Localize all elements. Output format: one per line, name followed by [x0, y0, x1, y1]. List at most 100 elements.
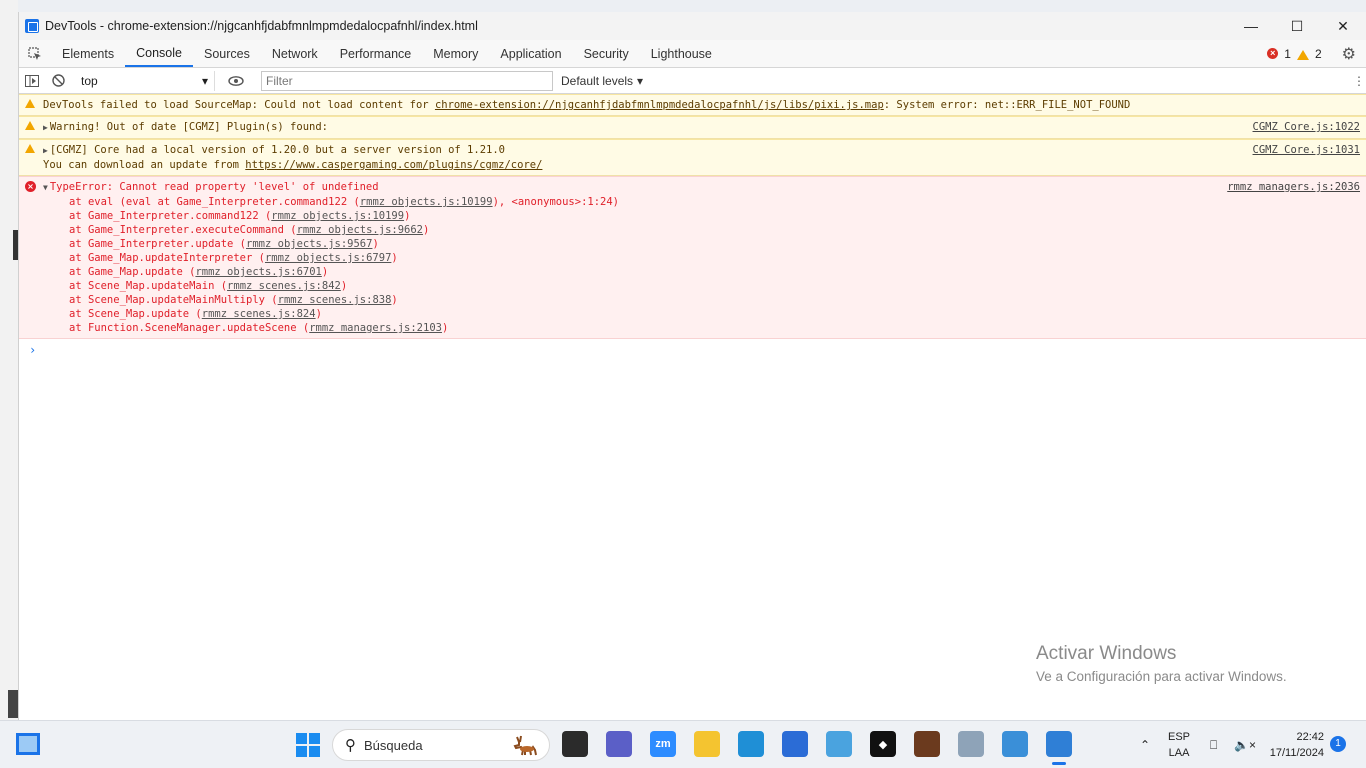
tab-memory[interactable]: Memory [422, 40, 489, 67]
expand-triangle-icon[interactable]: ▶ [43, 123, 48, 132]
dropdown-arrow-icon: ▾ [201, 73, 208, 88]
stack-frame-text: ) [441, 322, 449, 334]
gear-icon[interactable]: ⚙ [1342, 44, 1356, 64]
stack-frame-link[interactable]: rmmz objects.js:9662 [297, 224, 423, 236]
stack-frame-text: at Game_Interpreter.executeCommand ( [69, 224, 297, 236]
source-link[interactable]: CGMZ Core.js:1022 [1253, 120, 1360, 134]
tab-network[interactable]: Network [261, 40, 329, 67]
tab-performance[interactable]: Performance [329, 40, 423, 67]
tab-lighthouse[interactable]: Lighthouse [640, 40, 723, 67]
source-link[interactable]: CGMZ Core.js:1031 [1253, 143, 1360, 157]
stack-frame-text: ) [423, 224, 430, 236]
stack-frame-text: ) [321, 266, 329, 278]
app-black-icon[interactable]: ◆ [870, 731, 896, 757]
tab-security[interactable]: Security [573, 40, 640, 67]
stack-frame-link[interactable]: rmmz objects.js:10199 [360, 196, 493, 208]
start-button-icon[interactable] [296, 733, 320, 757]
tab-application[interactable]: Application [489, 40, 572, 67]
stack-trace: at eval (eval at Game_Interpreter.comman… [43, 195, 1360, 335]
rpgmaker-icon[interactable] [1002, 731, 1028, 757]
language-code: ESP [1168, 731, 1191, 743]
stack-frame: at Scene_Map.updateMain (rmmz scenes.js:… [43, 279, 1360, 293]
stack-frame-link[interactable]: rmmz managers.js:2103 [309, 322, 442, 334]
stack-frame: at Scene_Map.update (rmmz scenes.js:824) [43, 307, 1360, 321]
stack-frame-link[interactable]: rmmz scenes.js:824 [202, 308, 316, 320]
chat-icon[interactable] [606, 731, 632, 757]
file-explorer-icon[interactable] [694, 731, 720, 757]
show-hidden-icons[interactable]: ⌃ [1140, 721, 1150, 768]
tab-elements[interactable]: Elements [51, 40, 125, 67]
stack-frame: at Game_Map.updateInterpreter (rmmz obje… [43, 251, 1360, 265]
zoom-icon[interactable]: zm [650, 731, 676, 757]
inspect-element-icon[interactable] [19, 40, 51, 67]
search-label: Búsqueda [364, 737, 423, 753]
minimize-icon[interactable]: — [1228, 12, 1274, 40]
download-link[interactable]: https://www.caspergaming.com/plugins/cgm… [245, 159, 542, 171]
notification-badge[interactable]: 1 [1330, 736, 1346, 752]
context-selector[interactable]: top ▾ [75, 70, 215, 91]
stack-frame: at Scene_Map.updateMainMultiply (rmmz sc… [43, 293, 1360, 307]
system-clock[interactable]: 22:42 17/11/2024 [1262, 729, 1324, 761]
stack-frame-link[interactable]: rmmz scenes.js:842 [227, 280, 341, 292]
error-count: 1 [1284, 46, 1291, 61]
castle-icon[interactable] [958, 731, 984, 757]
stack-frame-link[interactable]: rmmz scenes.js:838 [278, 294, 392, 306]
tab-sources[interactable]: Sources [193, 40, 261, 67]
maximize-icon[interactable]: ☐ [1274, 12, 1320, 40]
taskbar-search[interactable]: ⚲ Búsqueda [332, 729, 550, 761]
widgets-icon[interactable] [16, 733, 40, 755]
clear-console-icon[interactable] [45, 68, 71, 94]
stack-frame: at Game_Interpreter.update (rmmz objects… [43, 237, 1360, 251]
filter-input[interactable] [261, 70, 553, 91]
keyboard-layout: LAA [1168, 747, 1190, 759]
error-message: TypeError: Cannot read property 'level' … [49, 181, 379, 193]
language-indicator[interactable]: ESP LAA [1168, 729, 1190, 761]
stack-frame-link[interactable]: rmmz objects.js:6797 [265, 252, 391, 264]
stack-frame-text: ) [340, 280, 348, 292]
stack-frame-link[interactable]: rmmz objects.js:10199 [271, 210, 404, 222]
stack-frame-link[interactable]: rmmz objects.js:6701 [195, 266, 321, 278]
warning-icon [25, 144, 35, 153]
stack-frame-text: ) [391, 294, 398, 306]
expand-triangle-icon[interactable]: ▼ [43, 183, 48, 192]
edge-icon[interactable] [738, 731, 764, 757]
source-link[interactable]: rmmz managers.js:2036 [1227, 180, 1360, 194]
warning-count: 2 [1314, 46, 1322, 61]
console-prompt[interactable]: › [19, 339, 1366, 361]
window-title: DevTools - chrome-extension://njgcanhfjd… [45, 19, 478, 33]
game-icon[interactable] [914, 731, 940, 757]
network-icon[interactable]: ⎕ [1210, 721, 1217, 768]
devtools-taskbar-icon[interactable] [1046, 731, 1072, 765]
deer-icon [513, 735, 537, 756]
warning-count-icon [1296, 49, 1309, 60]
task-view-icon[interactable] [562, 731, 588, 757]
devtools-window: DevTools - chrome-extension://njgcanhfjd… [18, 12, 1366, 720]
volume-muted-icon[interactable]: 🔈× [1234, 721, 1256, 768]
devtools-tab-bar: Elements Console Sources Network Performance… [19, 40, 1366, 68]
stack-frame-text: at Game_Map.updateInterpreter ( [69, 252, 265, 264]
more-options-icon[interactable]: ⋮ [1352, 68, 1366, 94]
close-icon[interactable]: ✕ [1320, 12, 1366, 40]
console-warning-version: ▶ [CGMZ] Core had a local version of 1.20… [19, 139, 1366, 176]
watermark-title: Activar Windows [1036, 643, 1177, 664]
expand-triangle-icon[interactable]: ▶ [43, 146, 48, 155]
console-messages: DevTools failed to load SourceMap: Could… [19, 94, 1366, 361]
issue-counters[interactable]: × 1 2 ⚙ [1267, 40, 1366, 67]
store-icon[interactable] [782, 731, 808, 757]
error-icon: × [25, 181, 36, 192]
clock-time: 22:42 [1296, 731, 1324, 743]
sidebar-toggle-icon[interactable] [19, 68, 45, 94]
stack-frame-link[interactable]: rmmz objects.js:9567 [246, 238, 372, 250]
stack-frame-text: at eval (eval at Game_Interpreter.comman… [69, 196, 360, 208]
title-bar[interactable]: DevTools - chrome-extension://njgcanhfjd… [19, 12, 1366, 40]
sourcemap-link[interactable]: chrome-extension://njgcanhfjdabfmnlmpmde… [435, 99, 884, 111]
warning-icon [25, 99, 35, 108]
stack-frame-text: at Game_Interpreter.command122 ( [69, 210, 272, 222]
stack-frame: at Game_Interpreter.executeCommand (rmmz… [43, 223, 1360, 237]
tab-console[interactable]: Console [125, 40, 193, 67]
log-levels-dropdown[interactable]: Default levels ▾ [561, 74, 643, 88]
eye-icon[interactable] [223, 68, 249, 94]
control-panel-icon[interactable] [826, 731, 852, 757]
stack-frame: at Game_Interpreter.command122 (rmmz obj… [43, 209, 1360, 223]
clock-date: 17/11/2024 [1269, 747, 1324, 759]
